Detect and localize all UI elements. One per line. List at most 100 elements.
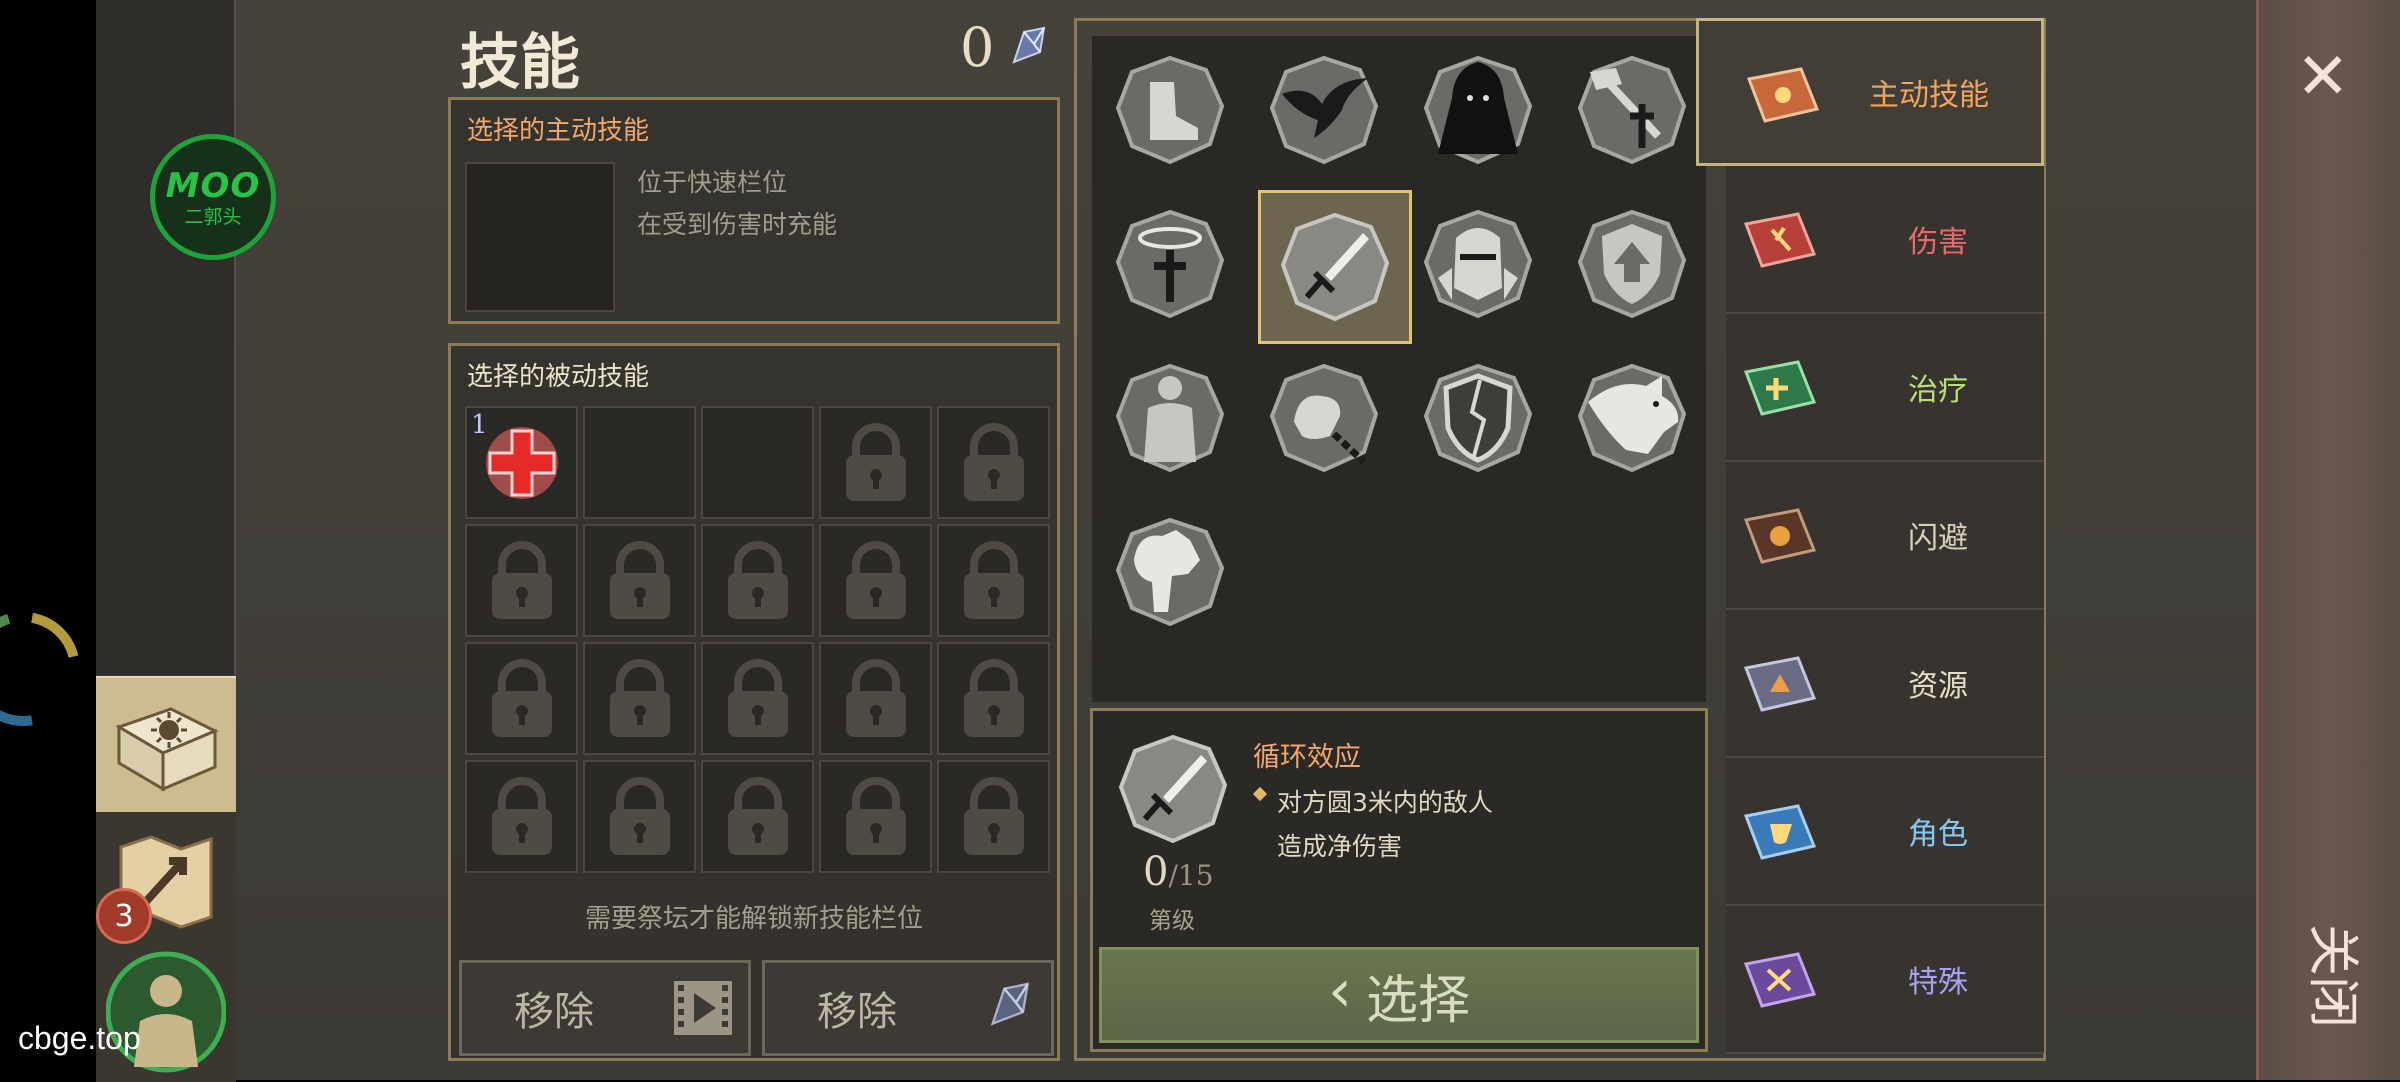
skill-knight-helmet-icon[interactable] xyxy=(1418,204,1538,324)
skill-raven-icon[interactable] xyxy=(1264,50,1384,170)
passive-slot-locked[interactable] xyxy=(937,760,1050,873)
skill-sword-icon-selected[interactable] xyxy=(1258,190,1412,344)
sun-book-icon xyxy=(1746,67,1820,123)
special-book-icon xyxy=(1743,952,1817,1008)
skill-chained-hand-icon[interactable] xyxy=(1264,358,1384,478)
left-black-bar xyxy=(0,0,96,1080)
lock-icon xyxy=(609,776,670,855)
resources-book-icon xyxy=(1743,656,1817,712)
lock-icon xyxy=(609,540,670,619)
healing-book-icon xyxy=(1743,360,1817,416)
skill-halo-cross-icon[interactable] xyxy=(1110,204,1230,324)
slot-level: 1 xyxy=(471,410,488,440)
passive-slot-locked[interactable] xyxy=(583,642,696,755)
lock-icon xyxy=(491,658,552,737)
passive-slot-locked[interactable] xyxy=(937,406,1050,519)
active-skill-desc-line2: 在受到伤害时充能 xyxy=(637,210,838,239)
passive-slot-locked[interactable] xyxy=(465,760,578,873)
skill-detail-panel: 循环效应 对方圆3米内的敌人 造成净伤害 0/15 第级 ‹ 选择 xyxy=(1090,708,1708,1052)
watermark: cbge.top xyxy=(18,1020,141,1056)
moo-logo-text: MOO xyxy=(165,165,261,206)
tab-damage[interactable]: 伤害 xyxy=(1726,166,2044,314)
skill-desc-line1: 对方圆3米内的敌人 xyxy=(1277,788,1493,817)
select-button[interactable]: ‹ 选择 xyxy=(1099,947,1699,1043)
tab-label: 闪避 xyxy=(1908,521,1968,556)
sidebar-character-button[interactable] xyxy=(96,942,236,1082)
lock-icon xyxy=(609,658,670,737)
passive-slot-locked[interactable] xyxy=(583,760,696,873)
passive-slot-locked[interactable] xyxy=(465,524,578,637)
loading-ring-icon xyxy=(0,612,80,726)
skill-hooded-figure-icon[interactable] xyxy=(1418,50,1538,170)
active-skill-desc-line1: 位于快速栏位 xyxy=(637,168,788,197)
lock-icon xyxy=(963,540,1024,619)
damage-book-icon xyxy=(1743,212,1817,268)
character-icon xyxy=(106,951,226,1073)
skill-armored-man-icon[interactable] xyxy=(1110,358,1230,478)
passive-slot-locked[interactable] xyxy=(701,642,814,755)
skill-hammer-cross-icon[interactable] xyxy=(1572,50,1692,170)
lock-icon xyxy=(727,776,788,855)
right-close-rail[interactable] xyxy=(2256,0,2400,1080)
passive-slot-locked[interactable] xyxy=(937,524,1050,637)
passive-slot-locked[interactable] xyxy=(819,642,932,755)
tab-label: 主动技能 xyxy=(1869,78,1989,113)
lock-icon xyxy=(727,658,788,737)
lock-icon xyxy=(963,658,1024,737)
passive-skill-title: 选择的被动技能 xyxy=(467,362,650,392)
skill-wolf-icon[interactable] xyxy=(1572,358,1692,478)
moo-logo: MOO 二郭头 xyxy=(150,134,276,260)
passive-slot-empty[interactable] xyxy=(583,406,696,519)
tab-active-skills[interactable]: 主动技能 xyxy=(1696,18,2044,166)
skill-level-max: /15 xyxy=(1168,859,1214,892)
passive-slot-locked[interactable] xyxy=(465,642,578,755)
skill-grid xyxy=(1092,36,1706,702)
gem-count: 0 xyxy=(960,16,995,79)
passive-slot-locked[interactable] xyxy=(583,524,696,637)
close-label[interactable]: 关闭 xyxy=(2302,924,2362,1028)
tab-label: 特殊 xyxy=(1908,965,1968,1000)
passive-slot-empty[interactable] xyxy=(701,406,814,519)
tab-resources[interactable]: 资源 xyxy=(1726,610,2044,758)
passive-slot-locked[interactable] xyxy=(701,760,814,873)
video-play-icon xyxy=(674,981,732,1035)
lock-icon xyxy=(727,540,788,619)
active-skill-slot[interactable] xyxy=(465,162,615,312)
remove-gem-button[interactable]: 移除 xyxy=(762,960,1054,1056)
tab-character[interactable]: 角色 xyxy=(1726,758,2044,906)
passive-slot-locked[interactable] xyxy=(819,524,932,637)
active-skill-title: 选择的主动技能 xyxy=(467,116,650,146)
passive-slot-filled[interactable]: 1 xyxy=(465,406,578,519)
skill-name: 循环效应 xyxy=(1253,742,1361,773)
skill-broken-shield-icon[interactable] xyxy=(1418,358,1538,478)
notification-badge: 3 xyxy=(96,888,152,944)
passive-slot-locked[interactable] xyxy=(701,524,814,637)
skill-level-label: 第级 xyxy=(1149,908,1195,934)
lock-icon xyxy=(845,776,906,855)
active-skill-desc: 位于快速栏位 在受到伤害时充能 xyxy=(637,162,837,246)
game-screen: MOO 二郭头 3 cbge.top 技能 0 选择的主动技能 位于快速栏位 在… xyxy=(0,0,2400,1082)
active-skill-panel: 选择的主动技能 位于快速栏位 在受到伤害时充能 xyxy=(448,97,1060,324)
tab-label: 治疗 xyxy=(1908,373,1968,408)
lock-icon xyxy=(963,776,1024,855)
lock-icon xyxy=(491,540,552,619)
sidebar-skills-button[interactable] xyxy=(96,676,236,816)
skill-grabbing-hand-icon[interactable] xyxy=(1110,512,1230,632)
passive-slot-locked[interactable] xyxy=(937,642,1050,755)
tab-evasion[interactable]: 闪避 xyxy=(1726,462,2044,610)
lock-icon xyxy=(963,422,1024,501)
passive-slot-locked[interactable] xyxy=(819,760,932,873)
close-icon[interactable]: ✕ xyxy=(2296,40,2350,114)
skill-shield-arrow-icon[interactable] xyxy=(1572,204,1692,324)
character-book-icon xyxy=(1743,804,1817,860)
tab-special[interactable]: 特殊 xyxy=(1726,906,2044,1054)
remove-video-button[interactable]: 移除 xyxy=(459,960,751,1056)
tab-healing[interactable]: 治疗 xyxy=(1726,314,2044,462)
passive-slot-locked[interactable] xyxy=(819,406,932,519)
skill-boot-icon[interactable] xyxy=(1110,50,1230,170)
healing-cross-icon xyxy=(485,426,558,499)
skill-level-current: 0 xyxy=(1143,849,1169,895)
gem-icon xyxy=(1012,26,1046,64)
tab-label: 伤害 xyxy=(1908,225,1968,260)
tab-label: 资源 xyxy=(1908,669,1968,704)
